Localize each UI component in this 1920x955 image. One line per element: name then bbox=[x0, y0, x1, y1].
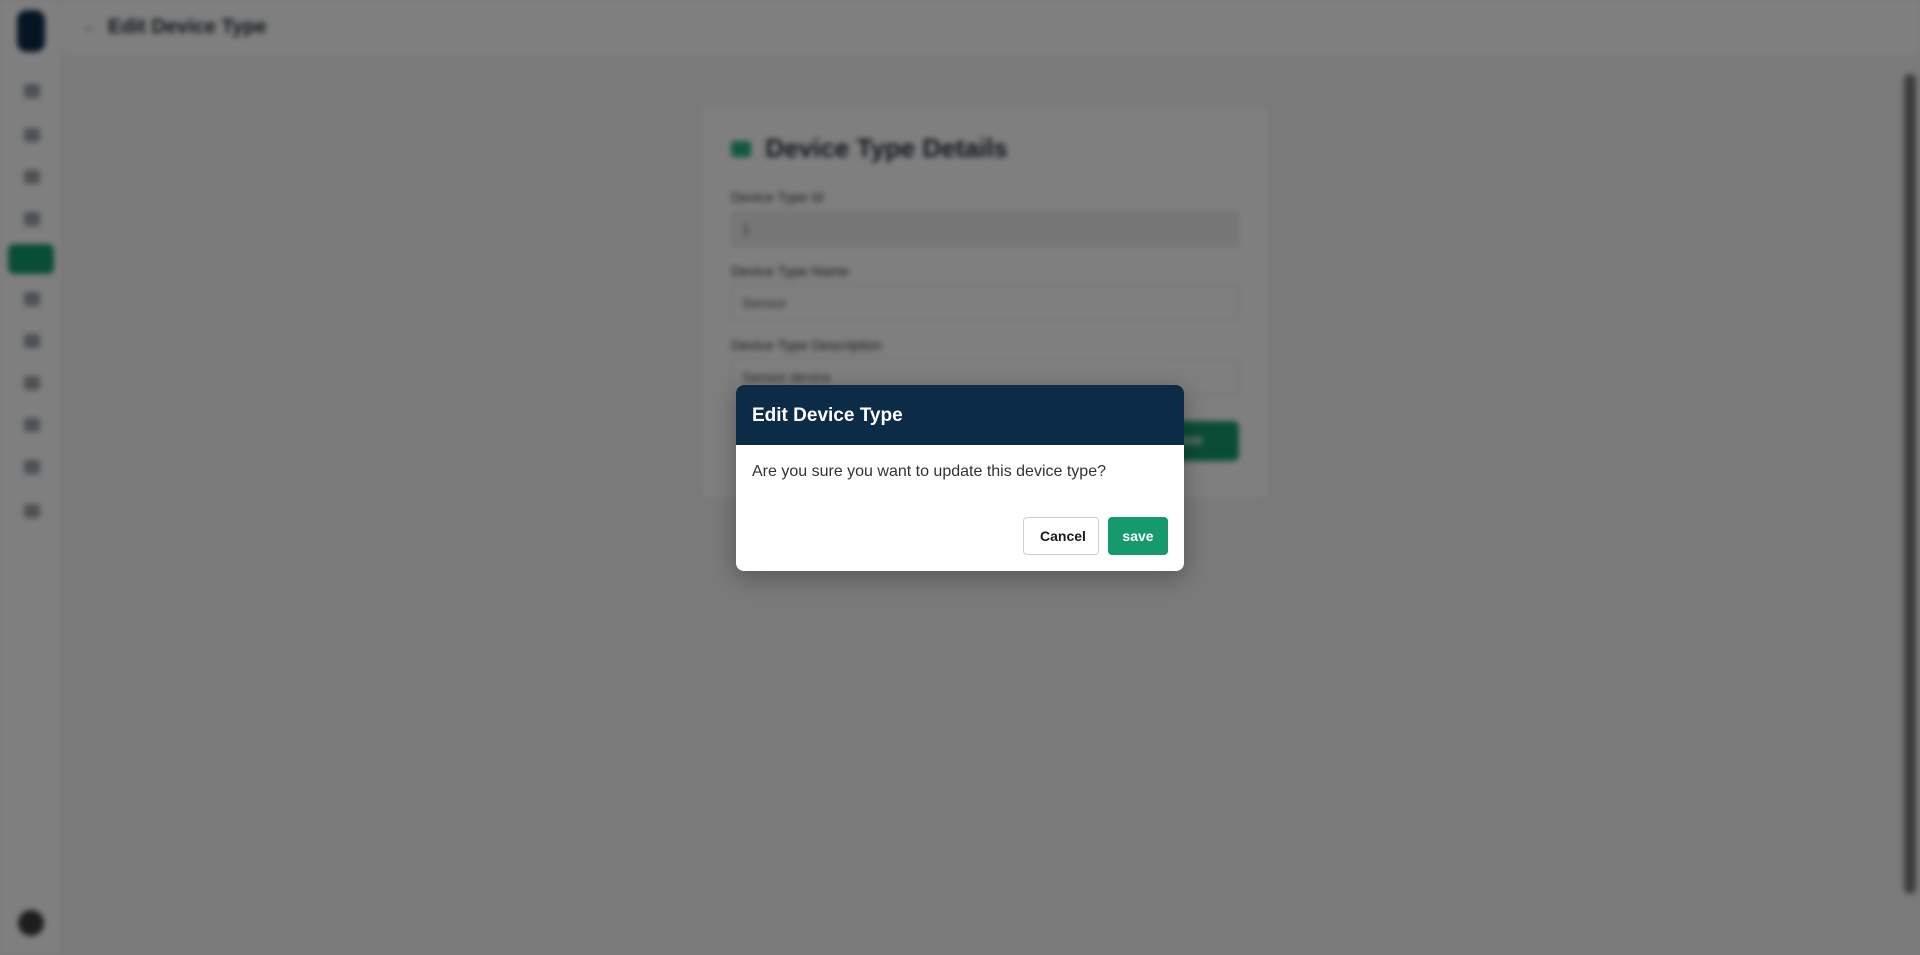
dialog-header: Edit Device Type bbox=[736, 385, 1184, 445]
cancel-button[interactable]: Cancel bbox=[1023, 517, 1099, 555]
dialog-title: Edit Device Type bbox=[752, 405, 903, 426]
save-button[interactable]: save bbox=[1108, 517, 1168, 555]
dialog-footer: Cancel save bbox=[1023, 517, 1168, 555]
confirm-dialog: Edit Device Type Are you sure you want t… bbox=[736, 385, 1184, 571]
dialog-body: Are you sure you want to update this dev… bbox=[736, 445, 1184, 505]
dialog-message: Are you sure you want to update this dev… bbox=[752, 463, 1106, 480]
